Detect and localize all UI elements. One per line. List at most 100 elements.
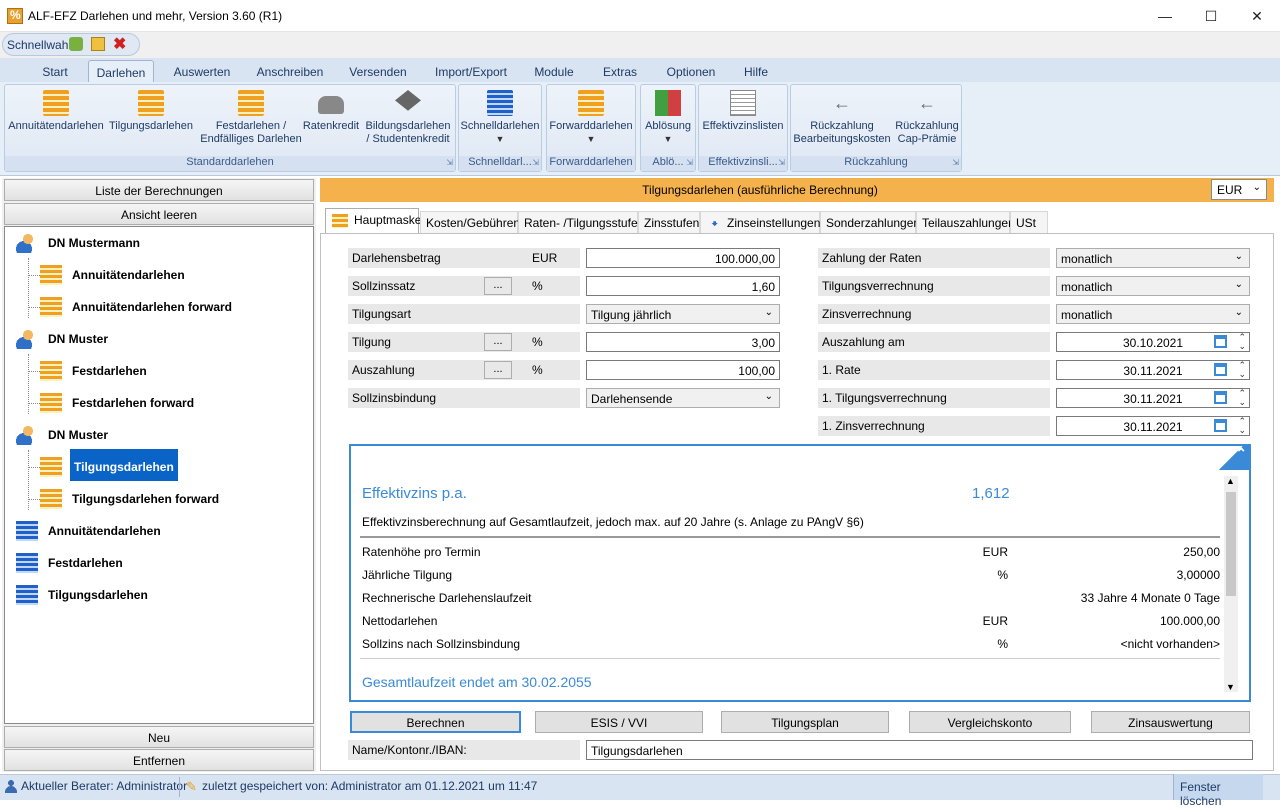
delete-icon[interactable]: ✖ (113, 34, 126, 54)
tab-teilauszahlungen[interactable]: Teilauszahlungen (916, 211, 1015, 233)
tilgungsverrechnung1-date[interactable]: 30.11.2021 ⌃ ⌄ (1056, 388, 1250, 408)
tree-item[interactable]: Annuitätendarlehen forward (72, 300, 232, 314)
tree-item[interactable]: Tilgungsdarlehen (48, 588, 148, 602)
result-row-value: 250,00 (1183, 545, 1220, 559)
tab-optionen[interactable]: Optionen (660, 62, 722, 82)
chevron-down-icon[interactable]: ▼ (1226, 682, 1235, 692)
group-caption: Standarddarlehen ⇲ (5, 156, 455, 171)
tab-anschreiben[interactable]: Anschreiben (252, 62, 328, 82)
forwarddarlehen-button[interactable]: Forwarddarlehen ▼ (548, 90, 634, 146)
tab-darlehen[interactable]: Darlehen (88, 60, 154, 84)
effektivzins-note: Effektivzinsberechnung auf Gesamtlaufzei… (362, 515, 864, 529)
annuitaetendarlehen-button[interactable]: Annuitätendarlehen (8, 90, 104, 133)
currency-select[interactable]: EUR ⌄ (1211, 179, 1267, 200)
sollzins-options-button[interactable]: ... (484, 277, 512, 295)
auszahlung-am-date[interactable]: 30.10.2021 ⌃ ⌄ (1056, 332, 1250, 352)
tree-item[interactable]: Festdarlehen forward (72, 396, 194, 410)
clear-view-button[interactable]: Ansicht leeren (4, 203, 314, 225)
refresh-icon[interactable] (69, 37, 83, 51)
calculation-title: Tilgungsdarlehen (ausführliche Berechnun… (642, 183, 878, 197)
abloesung-button[interactable]: Ablösung ▼ (642, 90, 694, 146)
bildungsdarlehen-button[interactable]: Bildungsdarlehen / Studentenkredit (364, 90, 452, 146)
spinner-icon[interactable]: ⌃ ⌄ (1238, 333, 1246, 351)
new-button[interactable]: Neu (4, 726, 314, 748)
tab-raten-tilgungsstufen[interactable]: Raten- /Tilgungsstufen (518, 211, 644, 233)
spinner-icon[interactable]: ⌃ ⌄ (1238, 361, 1246, 379)
auszahlung-input[interactable]: 100,00 (586, 360, 780, 380)
tree-item[interactable]: DN Mustermann (48, 236, 140, 250)
rueckzahlung-cap-praemie-button[interactable]: ← Rückzahlung Cap-Prämie (894, 90, 960, 146)
tilgungsart-label: Tilgungsart (348, 304, 580, 324)
tab-auswerten[interactable]: Auswerten (166, 62, 238, 82)
esis-vvi-button[interactable]: ESIS / VVI (535, 711, 703, 733)
tab-module[interactable]: Module (528, 62, 580, 82)
schnelldarlehen-button[interactable]: Schnelldarlehen ▼ (460, 90, 540, 146)
tree-item[interactable]: Tilgungsdarlehen forward (72, 492, 219, 506)
tab-hauptmaske[interactable]: Hauptmaske (325, 208, 421, 234)
tilgungsdarlehen-button[interactable]: Tilgungsdarlehen (108, 90, 194, 133)
collapse-button[interactable]: ⌃ (1213, 444, 1251, 470)
zinsauswertung-button[interactable]: Zinsauswertung (1091, 711, 1250, 733)
sollzinsbindung-label: Sollzinsbindung (348, 388, 580, 408)
tree-item[interactable]: DN Muster (48, 428, 108, 442)
remove-button[interactable]: Entfernen (4, 749, 314, 771)
tab-ust[interactable]: USt (1010, 211, 1048, 233)
result-row-value: <nicht vorhanden> (1120, 637, 1220, 651)
minimize-icon[interactable]: — (1142, 0, 1188, 32)
auszahlung-options-button[interactable]: ... (484, 361, 512, 379)
tab-kosten-gebuehren[interactable]: Kosten/Gebühren (420, 211, 520, 233)
tilgungsplan-button[interactable]: Tilgungsplan (721, 711, 889, 733)
spinner-icon[interactable]: ⌃ ⌄ (1238, 389, 1246, 407)
maximize-icon[interactable]: ☐ (1188, 0, 1234, 32)
tab-extras[interactable]: Extras (596, 62, 644, 82)
darlehensbetrag-input[interactable]: 100.000,00 (586, 248, 780, 268)
berechnen-button[interactable]: Berechnen (350, 711, 521, 733)
tab-import-export[interactable]: Import/Export (428, 62, 514, 82)
zinsverrechnung-select[interactable]: monatlich ⌄ (1056, 304, 1250, 324)
tab-versenden[interactable]: Versenden (342, 62, 414, 82)
calendar-icon[interactable] (1214, 363, 1227, 376)
close-icon[interactable]: ✕ (1234, 0, 1280, 32)
fenster-loeschen-button[interactable]: Fenster löschen (1173, 774, 1263, 808)
zahlung-raten-select[interactable]: monatlich ⌄ (1056, 248, 1250, 268)
rueckzahlung-bearbeitungskosten-button[interactable]: ← Rückzahlung Bearbeitungskosten (792, 90, 892, 146)
tilgungsverrechnung-select[interactable]: monatlich ⌄ (1056, 276, 1250, 296)
tree-item[interactable]: Annuitätendarlehen (72, 268, 185, 282)
result-scrollbar[interactable]: ▲ ▼ (1224, 476, 1238, 692)
berater-status: Aktueller Berater: Administrator (21, 779, 188, 793)
quick-access-label[interactable]: Schnellwahl (7, 38, 71, 52)
zinsverrechnung1-date[interactable]: 30.11.2021 ⌃ ⌄ (1056, 416, 1250, 436)
vergleichskonto-button[interactable]: Vergleichskonto (909, 711, 1071, 733)
calendar-icon[interactable] (1214, 391, 1227, 404)
tree-line (28, 499, 40, 500)
save-icon[interactable] (91, 37, 105, 51)
tab-zinsstufen[interactable]: Zinsstufen (638, 211, 700, 233)
sollzinsbindung-select[interactable]: Darlehensende ⌄ (586, 388, 780, 408)
spinner-icon[interactable]: ⌃ ⌄ (1238, 417, 1246, 435)
rate1-date[interactable]: 30.11.2021 ⌃ ⌄ (1056, 360, 1250, 380)
name-iban-input[interactable]: Tilgungsdarlehen (586, 740, 1253, 760)
tree-item[interactable]: Festdarlehen (48, 556, 123, 570)
tab-start[interactable]: Start (32, 62, 78, 82)
tree-item[interactable]: DN Muster (48, 332, 108, 346)
tab-sonderzahlungen[interactable]: Sonderzahlungen (820, 211, 920, 233)
tilgung-label: Tilgung% (348, 332, 580, 352)
calendar-icon[interactable] (1214, 419, 1227, 432)
tree-item[interactable]: Annuitätendarlehen (48, 524, 161, 538)
ratenkredit-button[interactable]: Ratenkredit (300, 90, 362, 133)
chevron-up-icon[interactable]: ▲ (1226, 476, 1235, 486)
blue-stack-icon (16, 553, 38, 573)
sollzinssatz-input[interactable]: 1,60 (586, 276, 780, 296)
tab-zinseinstellungen[interactable]: 🠻 Zinseinstellungen (700, 211, 820, 233)
list-calculations-button[interactable]: Liste der Berechnungen (4, 179, 314, 201)
festdarlehen-button[interactable]: Festdarlehen / Endfälliges Darlehen (196, 90, 306, 146)
tilgung-options-button[interactable]: ... (484, 333, 512, 351)
scrollbar-thumb[interactable] (1226, 492, 1236, 596)
tree-item[interactable]: Festdarlehen (72, 364, 147, 378)
effektivzinslisten-button[interactable]: Effektivzinslisten (700, 90, 786, 133)
tilgungsart-select[interactable]: Tilgung jährlich ⌄ (586, 304, 780, 324)
tree-item[interactable]: Tilgungsdarlehen (70, 449, 178, 481)
tilgung-input[interactable]: 3,00 (586, 332, 780, 352)
calendar-icon[interactable] (1214, 335, 1227, 348)
tab-hilfe[interactable]: Hilfe (736, 62, 776, 82)
